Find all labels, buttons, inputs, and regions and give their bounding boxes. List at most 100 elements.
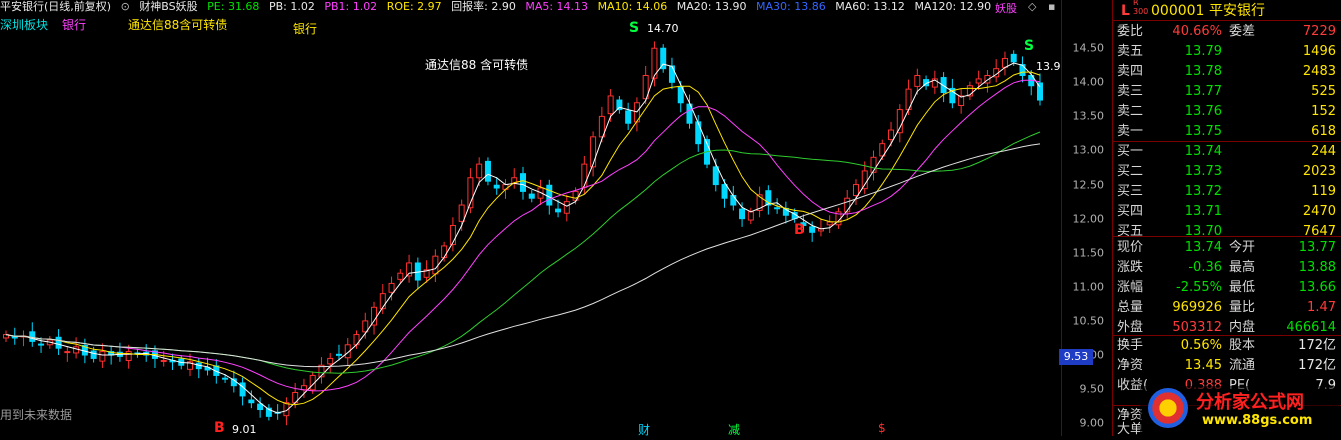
stock-name: 平安银行 — [1209, 3, 1265, 19]
y-tick-label: 14.50 — [1072, 41, 1105, 55]
candle-body — [739, 208, 746, 220]
candle-body — [335, 353, 342, 356]
pe-label: PE: 31.68 — [207, 0, 260, 13]
bank-tag[interactable]: 银行 — [62, 16, 86, 33]
quote-row: 买一 13.74 244 — [1113, 142, 1341, 162]
kline-svg[interactable] — [0, 0, 1061, 436]
tdx-top-tag[interactable]: 通达信88含可转债 — [128, 16, 227, 33]
quote-row: 总量 969926 量比 1.47 — [1113, 298, 1341, 318]
quote-value-2: 525 — [1311, 84, 1336, 99]
quote-value-2: 2470 — [1302, 204, 1336, 219]
indicator-dropdown-icon[interactable]: ⊙ — [121, 0, 130, 13]
candle-body — [99, 351, 106, 362]
candle-body — [371, 306, 378, 326]
candle-body — [493, 184, 500, 189]
cai-marker[interactable]: 财 — [638, 421, 650, 438]
candle-body — [406, 262, 413, 277]
settings-dot-icon[interactable]: ▪ — [1048, 0, 1055, 13]
candle-body — [1001, 57, 1008, 68]
bank-tag-2[interactable]: 银行 — [293, 20, 317, 37]
quote-row: 卖五 13.79 1496 — [1113, 42, 1341, 62]
quote-value: 13.73 — [1184, 164, 1222, 179]
quote-row: 净资 13.45 流通 172亿 — [1113, 356, 1341, 376]
quote-value-2: 13.77 — [1298, 240, 1336, 255]
quote-header: L R 300 000001 平安银行 — [1113, 0, 1341, 22]
quote-label: 净资 — [1117, 358, 1144, 373]
quote-label-2: 流通 — [1229, 358, 1256, 373]
quote-value-2: 618 — [1311, 124, 1336, 139]
y-tick-label: 11.50 — [1072, 246, 1105, 260]
quote-label-2: 最低 — [1229, 280, 1256, 295]
candle-body — [546, 184, 553, 206]
quote-label: 卖四 — [1117, 64, 1144, 79]
quote-value-2: 119 — [1311, 184, 1336, 199]
quote-row: 卖一 13.75 618 — [1113, 122, 1341, 142]
ma-line-ma20 — [5, 79, 1041, 392]
roe-label: ROE: 2.97 — [386, 0, 442, 13]
sell-signal-2: S — [1024, 38, 1035, 54]
jian-marker[interactable]: 减 — [728, 421, 740, 438]
y-tick-label: 11.00 — [1072, 280, 1105, 294]
candle-body — [38, 343, 45, 346]
high-price-label: 14.70 — [647, 22, 679, 35]
quote-row: 涨跌 -0.36 最高 13.88 — [1113, 258, 1341, 278]
candle-body — [55, 336, 62, 349]
indicator-name[interactable]: 财神BS妖股 — [139, 0, 197, 13]
quote-value-2: 2023 — [1302, 164, 1336, 179]
quote-value-2: 152 — [1311, 104, 1336, 119]
candle-body — [861, 170, 868, 190]
yaogu-tag[interactable]: 妖股 — [995, 0, 1017, 16]
quote-value: 13.45 — [1184, 358, 1222, 373]
candle-body — [774, 207, 781, 210]
candle-body — [484, 160, 491, 182]
pb1-label: PB1: 1.02 — [324, 0, 378, 13]
quote-label: 卖五 — [1117, 44, 1144, 59]
return-label: 回报率: 2.90 — [451, 0, 516, 13]
quote-row: 委比 40.66% 委差 7229 — [1113, 22, 1341, 42]
quote-row: 卖二 13.76 152 — [1113, 102, 1341, 122]
candle-body — [29, 331, 36, 342]
candle-body — [64, 351, 71, 354]
ma60-label: MA60: 13.12 — [835, 0, 905, 13]
diamond-icon[interactable]: ◇ — [1028, 0, 1036, 13]
candle-body — [721, 184, 728, 199]
candle-body — [1010, 53, 1017, 63]
quote-label: 买四 — [1117, 204, 1144, 219]
quote-value: 503312 — [1172, 320, 1222, 335]
quote-row: 买二 13.73 2023 — [1113, 162, 1341, 182]
quote-label: 换手 — [1117, 338, 1144, 353]
dollar-marker[interactable]: $ — [878, 421, 886, 435]
ma20-label: MA20: 13.90 — [676, 0, 747, 13]
quote-label: 卖三 — [1117, 84, 1144, 99]
quote-value-2: 172亿 — [1298, 358, 1336, 373]
quote-value: 13.74 — [1184, 144, 1222, 159]
quote-value: 13.71 — [1184, 204, 1222, 219]
quote-value-2: 1.47 — [1307, 300, 1336, 315]
quote-value: 13.76 — [1184, 104, 1222, 119]
chart-title: 平安银行(日线,前复权) — [0, 0, 112, 13]
quote-value-2: 1496 — [1302, 44, 1336, 59]
shenzhen-board-tag[interactable]: 深圳板块 — [0, 16, 48, 33]
candle-body — [852, 184, 859, 196]
quote-label: 买二 — [1117, 164, 1144, 179]
candle-body — [844, 197, 851, 213]
candle-body — [222, 377, 229, 380]
tdx-mid-tag: 通达信88 含可转债 — [425, 58, 529, 72]
candle-body — [607, 95, 614, 115]
quote-label: 买一 — [1117, 144, 1144, 159]
candle-body — [563, 201, 570, 214]
candle-body — [458, 204, 465, 222]
candle-body — [730, 194, 737, 206]
watermark-line1: 分析家公式网 — [1196, 392, 1304, 413]
y-tick-label: 9.50 — [1079, 382, 1105, 396]
y-tick-label: 14.00 — [1072, 75, 1105, 89]
y-tick-label: 9.00 — [1079, 416, 1105, 430]
quote-value-2: 2483 — [1302, 64, 1336, 79]
quote-value-2: 13.88 — [1298, 260, 1336, 275]
ma120-label: MA120: 12.90 — [914, 0, 992, 13]
quote-label: 涨跌 — [1117, 260, 1144, 275]
y-tick-label: 13.50 — [1072, 109, 1105, 123]
quote-row: 现价 13.74 今开 13.77 — [1113, 238, 1341, 258]
quote-label: 卖二 — [1117, 104, 1144, 119]
kline-chart[interactable]: 平安银行(日线,前复权) ⊙ 财神BS妖股 PE: 31.68 PB: 1.02… — [0, 0, 1061, 438]
